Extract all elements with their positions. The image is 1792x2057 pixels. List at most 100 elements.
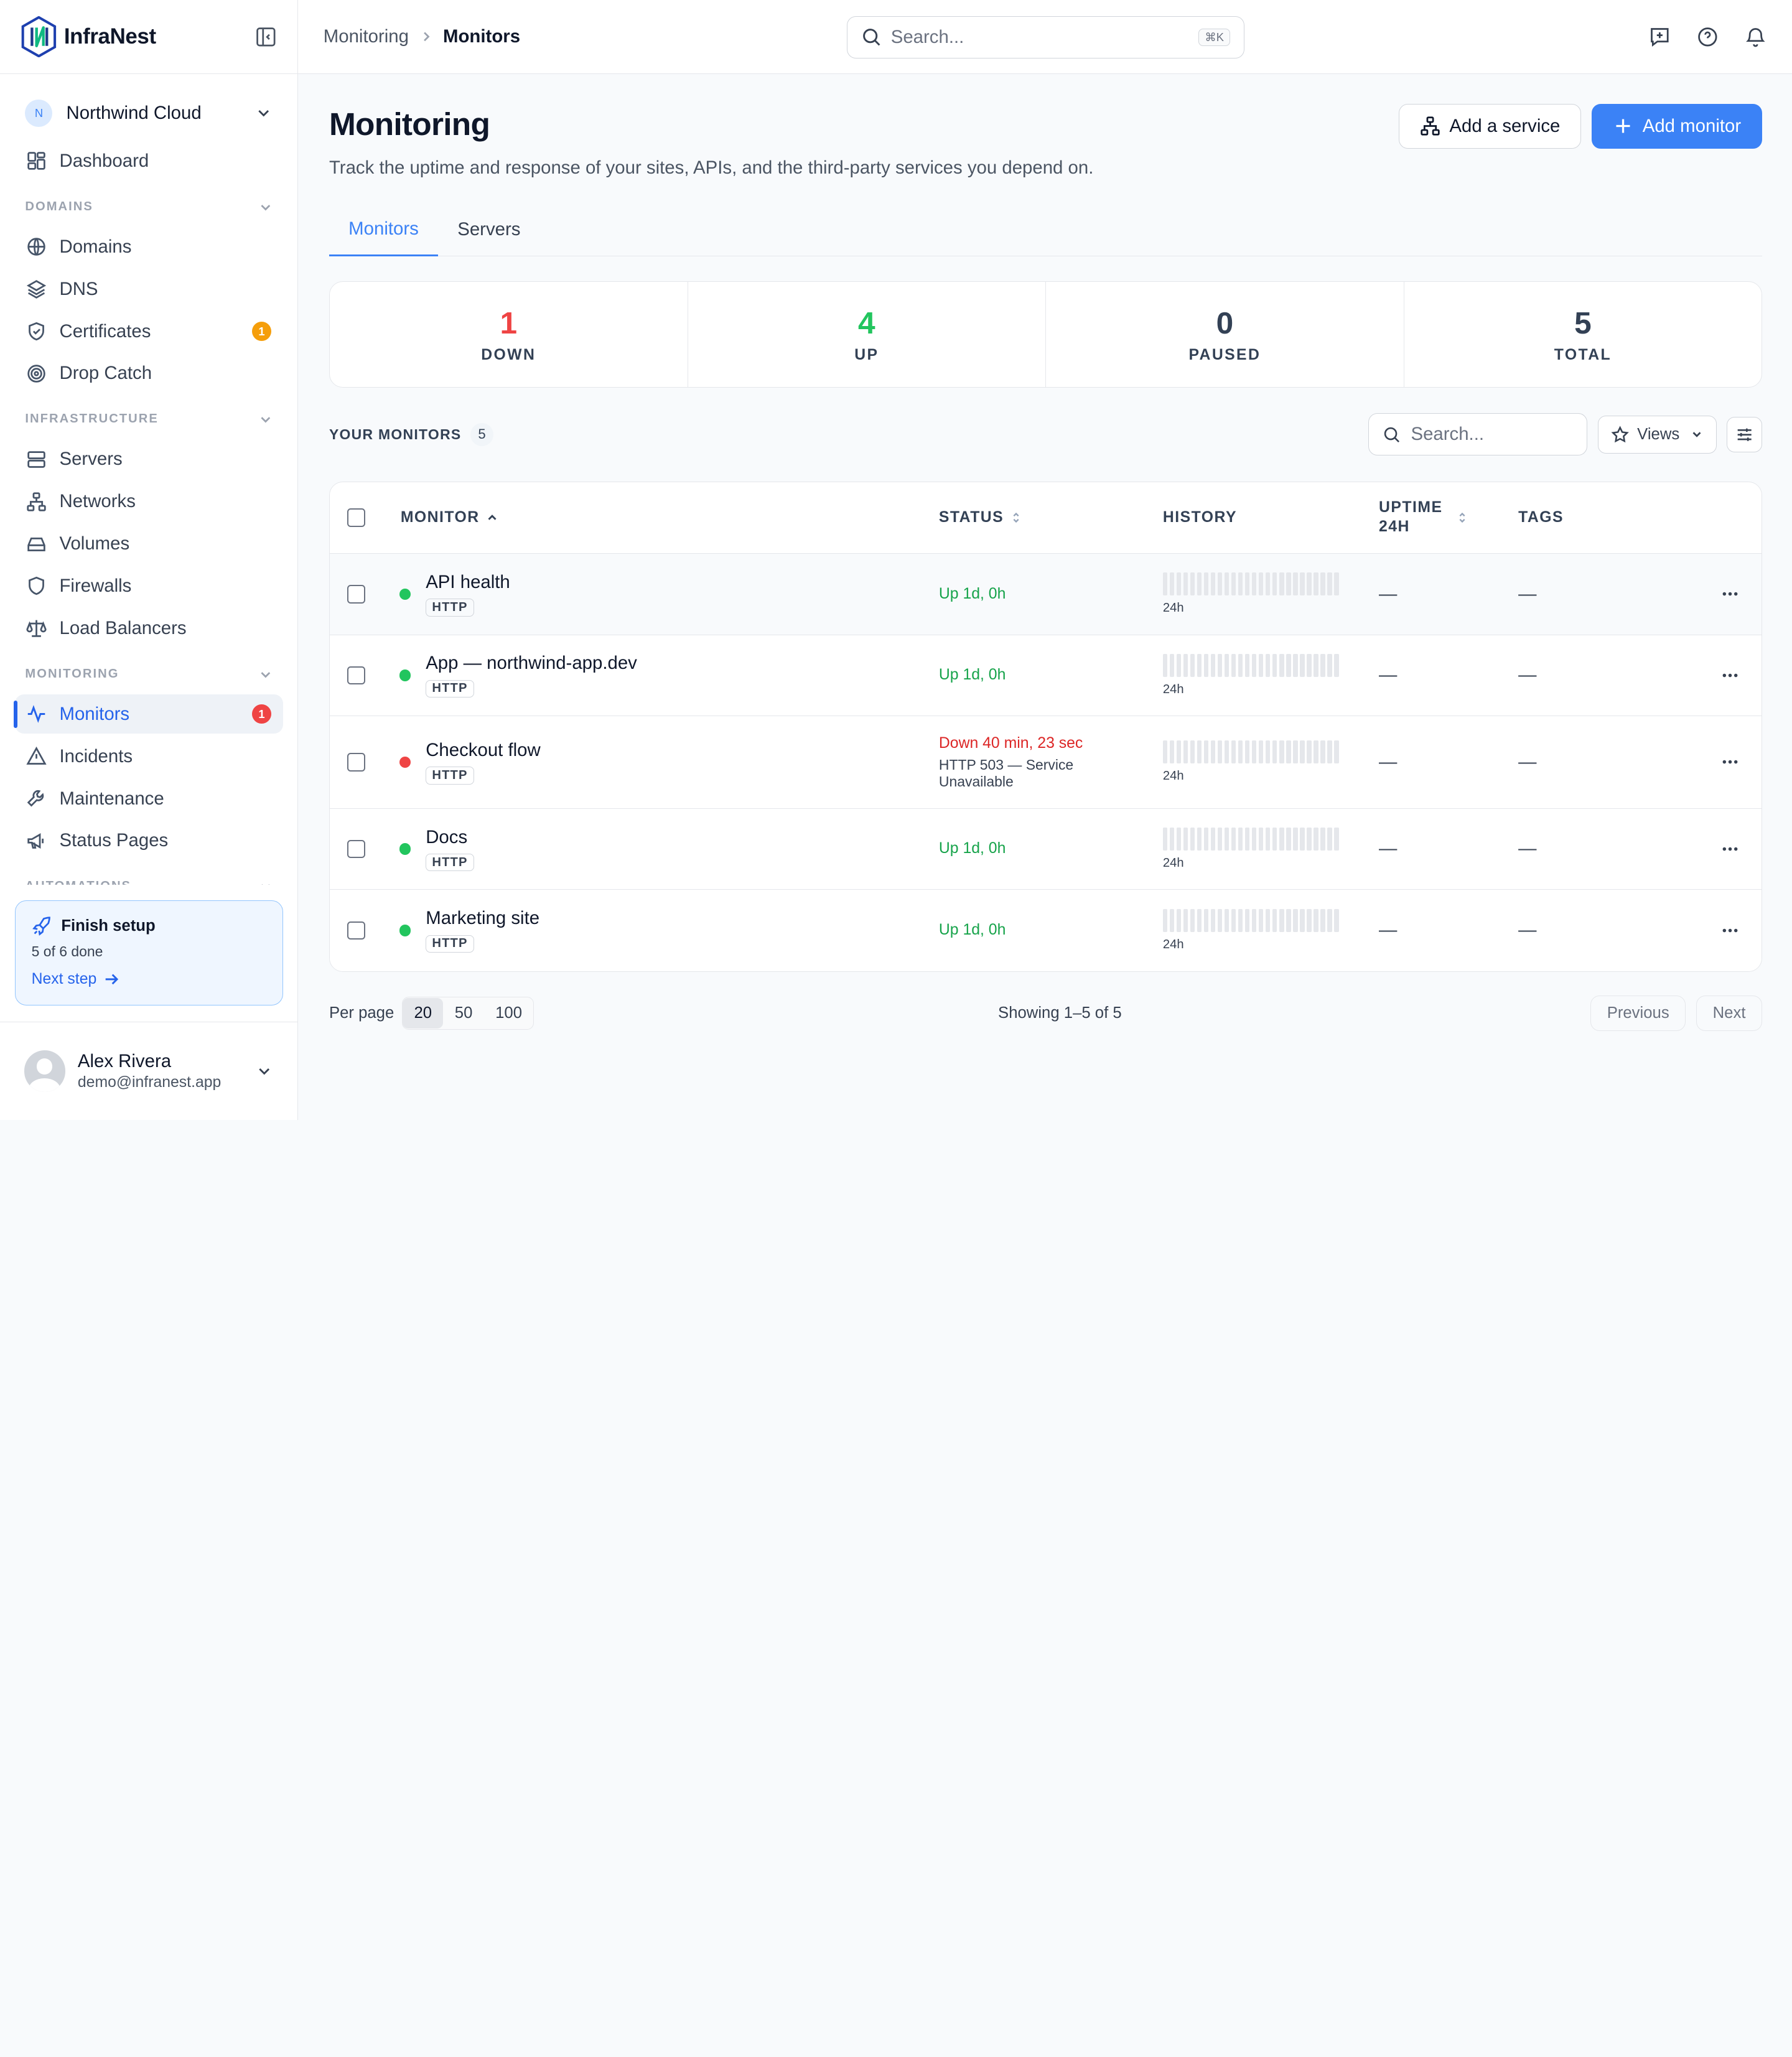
sidebar-item-dns[interactable]: DNS [15, 269, 283, 308]
next-page-button[interactable]: Next [1696, 996, 1763, 1032]
sidebar-item-volumes[interactable]: Volumes [15, 525, 283, 563]
views-dropdown[interactable]: Views [1597, 415, 1717, 454]
history-bar [1176, 572, 1182, 596]
row-checkbox[interactable] [347, 585, 365, 604]
history-bar [1334, 828, 1339, 851]
table-row[interactable]: Marketing site HTTP Up 1d, 0h 24h — — [329, 890, 1762, 971]
table-row[interactable]: API health HTTP Up 1d, 0h 24h — — [329, 554, 1762, 635]
sidebar-item-incidents[interactable]: Incidents [15, 737, 283, 775]
select-all-checkbox[interactable] [347, 508, 365, 527]
table-row[interactable]: App — northwind-app.dev HTTP Up 1d, 0h 24h —… [329, 635, 1762, 717]
monitor-name[interactable]: Checkout flow [426, 740, 541, 761]
row-actions-button[interactable] [1699, 752, 1762, 772]
section-domains[interactable]: DOMAINS [15, 190, 283, 224]
stat-up[interactable]: 4 UP [688, 282, 1047, 387]
history-bar [1183, 828, 1188, 851]
sidebar-item-dashboard[interactable]: Dashboard [15, 142, 283, 180]
history-bar [1211, 908, 1216, 932]
infranest-logo-icon[interactable] [21, 16, 57, 58]
table-row[interactable]: Docs HTTP Up 1d, 0h 24h — — [329, 808, 1762, 890]
sidebar-item-networks[interactable]: Networks [15, 482, 283, 521]
collapse-sidebar-icon[interactable] [254, 26, 278, 49]
column-uptime[interactable]: UPTIME 24H [1379, 498, 1518, 537]
section-label: AUTOMATIONS [25, 879, 131, 884]
monitor-name[interactable]: Marketing site [426, 908, 539, 929]
breadcrumb-parent[interactable]: Monitoring [324, 26, 409, 47]
tags-value: — [1518, 751, 1537, 772]
monitor-name[interactable]: API health [426, 572, 510, 593]
sidebar-item-status-pages[interactable]: Status Pages [15, 821, 283, 860]
history-bar [1211, 653, 1216, 677]
history-bar [1238, 828, 1243, 851]
row-actions-button[interactable] [1699, 920, 1762, 941]
stat-paused[interactable]: 0 PAUSED [1046, 282, 1404, 387]
previous-page-button[interactable]: Previous [1590, 996, 1686, 1032]
history-bar [1314, 653, 1318, 677]
sidebar-item-drop-catch[interactable]: Drop Catch [15, 354, 283, 393]
row-checkbox[interactable] [347, 921, 365, 940]
global-search-input[interactable]: Search... ⌘K [846, 16, 1245, 58]
row-actions-button[interactable] [1699, 665, 1762, 686]
tab-servers[interactable]: Servers [438, 203, 540, 256]
per-page-option[interactable]: 50 [443, 998, 483, 1029]
sidebar-item-certificates[interactable]: Certificates 1 [15, 312, 283, 350]
next-step-link[interactable]: Next step [32, 971, 266, 988]
per-page-option[interactable]: 100 [484, 998, 534, 1029]
add-service-button[interactable]: Add a service [1398, 104, 1582, 149]
row-actions-button[interactable] [1699, 839, 1762, 859]
monitor-type-badge: HTTP [426, 599, 474, 617]
row-actions-button[interactable] [1699, 584, 1762, 604]
row-checkbox[interactable] [347, 753, 365, 772]
section-monitoring[interactable]: MONITORING [15, 657, 283, 691]
server-icon [27, 450, 45, 468]
section-infrastructure[interactable]: INFRASTRUCTURE [15, 402, 283, 436]
per-page-option[interactable]: 20 [403, 997, 444, 1029]
sidebar-item-monitors[interactable]: Monitors 1 [14, 694, 283, 734]
row-checkbox[interactable] [347, 666, 365, 684]
tab-monitors[interactable]: Monitors [329, 203, 439, 256]
network-icon [27, 492, 46, 511]
feedback-icon[interactable] [1648, 26, 1671, 49]
section-automations[interactable]: AUTOMATIONS [15, 869, 283, 885]
sidebar-item-label: Maintenance [59, 788, 164, 809]
sidebar-item-servers[interactable]: Servers [15, 440, 283, 478]
column-monitor[interactable]: MONITOR [399, 509, 939, 526]
history-bar [1327, 828, 1332, 851]
add-monitor-button[interactable]: Add monitor [1591, 104, 1763, 149]
globe-icon [27, 238, 45, 256]
finish-setup-card[interactable]: Finish setup 5 of 6 done Next step [14, 900, 283, 1006]
network-icon [1421, 116, 1440, 136]
sidebar-item-load-balancers[interactable]: Load Balancers [15, 609, 283, 648]
monitor-name[interactable]: App — northwind-app.dev [426, 653, 637, 674]
row-checkbox[interactable] [347, 839, 365, 859]
more-horizontal-icon [1722, 760, 1738, 764]
history-bar [1203, 740, 1209, 764]
status-text: Up 1d, 0h [938, 666, 1006, 684]
history-bar [1211, 572, 1216, 596]
page-actions: Add a service Add monitor [1398, 104, 1763, 149]
history-bars [1162, 653, 1379, 677]
chevron-right-icon [423, 32, 430, 42]
stat-total[interactable]: 5 TOTAL [1404, 282, 1762, 387]
column-status[interactable]: STATUS [939, 509, 1163, 526]
sidebar-item-maintenance[interactable]: Maintenance [15, 779, 283, 818]
uptime-value: — [1379, 838, 1398, 859]
table-row[interactable]: Checkout flow HTTP Down 40 min, 23 sec HTTP… [329, 716, 1762, 809]
monitor-name[interactable]: Docs [426, 827, 474, 848]
user-menu[interactable]: Alex Rivera demo@infranest.app [0, 1022, 298, 1120]
sidebar-item-firewalls[interactable]: Firewalls [15, 567, 283, 605]
history-bar [1259, 828, 1264, 851]
sidebar-item-domains[interactable]: Domains [15, 227, 283, 266]
breadcrumb-current: Monitors [443, 26, 521, 47]
history-bar [1259, 572, 1264, 596]
org-switcher[interactable]: N Northwind Cloud [25, 97, 273, 129]
stat-down[interactable]: 1 DOWN [330, 282, 688, 387]
column-settings-button[interactable] [1727, 416, 1763, 452]
help-icon[interactable] [1696, 26, 1719, 49]
content: Monitoring Track the uptime and response… [298, 74, 1792, 1032]
monitor-search-input[interactable]: Search... [1368, 413, 1588, 456]
bell-icon[interactable] [1744, 26, 1767, 49]
org-name: Northwind Cloud [66, 102, 202, 123]
history-bar [1245, 828, 1250, 851]
history-bar [1286, 828, 1291, 851]
